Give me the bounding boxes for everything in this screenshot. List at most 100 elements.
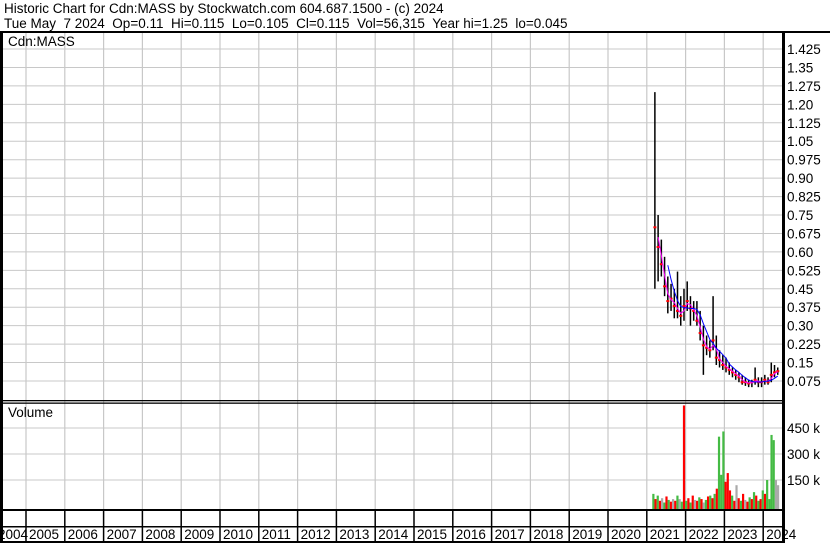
volume-bar [654, 499, 657, 509]
top-border [0, 31, 830, 33]
y-tick-label: 0.90 [787, 171, 813, 186]
volume-bar [761, 490, 764, 509]
x-tick-label: 2015 [417, 527, 447, 542]
volume-bar [752, 492, 756, 509]
panel-divider [0, 402, 782, 404]
x-tick-label: 2022 [689, 527, 719, 542]
x-tick-label: 2008 [145, 527, 175, 542]
volume-bar [731, 495, 734, 509]
y-tick-label: 0.75 [787, 208, 813, 223]
volume-tick-label: 300 k [787, 447, 820, 462]
x-tick-label: 2021 [650, 527, 680, 542]
volume-bar [768, 499, 771, 509]
volume-bar [774, 480, 778, 509]
y-tick-label: 0.975 [787, 153, 821, 168]
x-tick-label: 2017 [495, 527, 525, 542]
left-border [0, 32, 3, 543]
volume-bar [678, 499, 681, 509]
x-tick-label: 2007 [107, 527, 137, 542]
close-mark [714, 356, 718, 359]
x-tick-label: 2005 [29, 527, 59, 542]
volume-bar [689, 502, 692, 509]
volume-bar [722, 431, 725, 509]
volume-bar [726, 473, 729, 509]
volume-bar [674, 500, 677, 509]
close-mark [740, 381, 744, 384]
volume-bar [656, 495, 659, 509]
volume-bar [755, 495, 758, 509]
x-tick-label: 2004 [0, 527, 29, 542]
y-tick-label: 0.075 [787, 374, 821, 389]
y-tick-label: 0.825 [787, 190, 821, 205]
volume-bar [737, 498, 740, 509]
volume-bar [691, 495, 694, 509]
volume-bar [770, 434, 773, 509]
x-tick-label: 2019 [572, 527, 602, 542]
volume-bar [715, 488, 718, 509]
x-tick-label: 2024 [766, 527, 797, 542]
volume-bar [739, 500, 742, 509]
axes: 1.425 1.35 1.275 1.20 1.125 1.05 0.975 0.90 0.82… [0, 31, 830, 543]
volume-bar [652, 493, 655, 509]
y-tick-label: 1.05 [787, 134, 813, 149]
x-tick-label: 2018 [533, 527, 563, 542]
volume-bar [733, 500, 736, 509]
volume-bar [671, 499, 675, 509]
volume-bar [682, 405, 686, 509]
volume-bar [693, 499, 697, 509]
panel-divider [0, 400, 782, 402]
x-tick-label: 2011 [262, 527, 291, 542]
y-tick-label: 1.425 [787, 42, 821, 57]
volume-bar [700, 499, 703, 509]
volume-bar [759, 499, 762, 509]
x-tick-label: 2009 [184, 527, 214, 542]
x-tick-label: 2020 [611, 527, 641, 542]
volume-bar [685, 500, 688, 509]
close-mark [656, 245, 660, 248]
volume-bar [680, 501, 683, 509]
volume-bar [663, 502, 666, 509]
y-tick-label: 1.20 [787, 97, 813, 112]
x-tick-label: 2023 [727, 527, 757, 542]
volume-bar [669, 501, 672, 509]
volume-bar [665, 496, 668, 509]
volume-bar [658, 500, 662, 509]
volume-bar [713, 493, 716, 509]
volume-bar [661, 498, 664, 509]
volume-bar [741, 493, 745, 509]
volume-bar [696, 500, 699, 509]
volume-bar [698, 497, 701, 509]
y-tick-label: 0.675 [787, 226, 821, 241]
y-tick-label: 1.125 [787, 116, 821, 131]
volume-bar [709, 495, 712, 509]
x-tick-label: 2006 [68, 527, 98, 542]
y-tick-label: 1.275 [787, 79, 821, 94]
volume-bar [704, 499, 707, 509]
symbol-label: Cdn:MASS [8, 34, 75, 49]
x-tick-label: 2014 [378, 527, 409, 542]
volume-tick-label: 150 k [787, 473, 820, 488]
volume-bar [746, 501, 749, 509]
x-tick-label: 2016 [456, 527, 486, 542]
close-mark [763, 378, 767, 381]
close-mark [701, 344, 705, 347]
volume-bottom [0, 509, 782, 511]
volume-bar [724, 481, 727, 509]
volume-bar [728, 490, 732, 509]
y-tick-label: 0.15 [787, 356, 813, 371]
volume-bar [750, 499, 753, 509]
volume-bar [772, 440, 775, 509]
price-bars [653, 92, 780, 388]
close-mark [769, 373, 773, 376]
volume-bar [687, 498, 690, 509]
price-chart: 1.425 1.35 1.275 1.20 1.125 1.05 0.975 0.90 0.82… [0, 31, 830, 543]
volume-bar [777, 485, 780, 509]
volume-bar [706, 496, 710, 509]
volume-tick-label: 450 k [787, 421, 820, 436]
volume-bar [766, 480, 769, 509]
volume-bar [667, 499, 670, 509]
x-tick-label: 2012 [301, 527, 331, 542]
close-mark [666, 300, 670, 303]
volume-bar [676, 495, 679, 509]
volume-bar [720, 474, 723, 509]
